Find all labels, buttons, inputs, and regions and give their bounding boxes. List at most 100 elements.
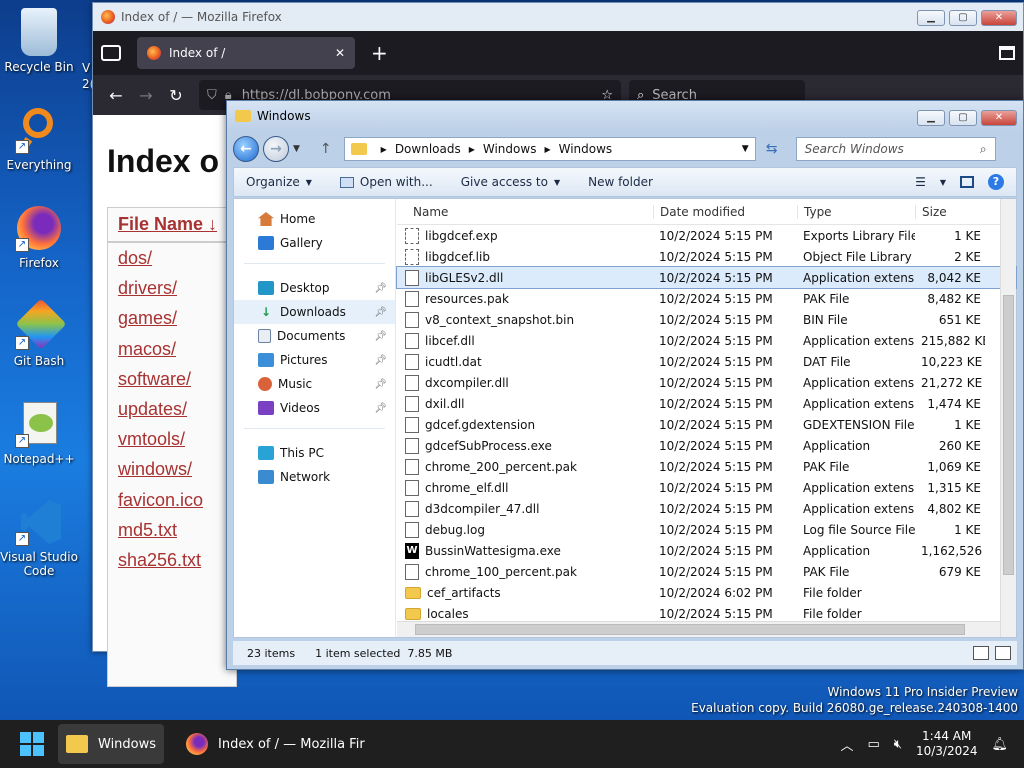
index-link[interactable]: md5.txt [108, 515, 236, 545]
index-link[interactable]: sha256.txt [108, 545, 236, 575]
large-icons-view-icon[interactable] [995, 646, 1011, 660]
nav-item-network[interactable]: Network [234, 465, 395, 489]
nav-item-music[interactable]: Music 📌︎ [234, 372, 395, 396]
column-header-date[interactable]: Date modified [653, 204, 797, 219]
vertical-scrollbar[interactable] [1000, 199, 1016, 637]
help-icon[interactable]: ? [988, 174, 1004, 190]
start-button[interactable] [20, 732, 44, 756]
scroll-thumb[interactable] [415, 624, 965, 635]
breadcrumb-item[interactable]: Windows [559, 142, 613, 156]
file-row[interactable]: chrome_200_percent.pak 10/2/2024 5:15 PM P… [397, 456, 1016, 477]
column-header-size[interactable]: Size [915, 204, 985, 219]
chevron-right-icon[interactable]: ▶ [381, 145, 387, 154]
index-link[interactable]: vmtools/ [108, 424, 236, 454]
index-link[interactable]: windows/ [108, 454, 236, 484]
pin-icon[interactable]: 📌︎ [374, 355, 387, 366]
give-access-button[interactable]: Give access to ▼ [461, 175, 560, 189]
chevron-right-icon[interactable]: ▶ [469, 145, 475, 154]
file-row[interactable]: libcef.dll 10/2/2024 5:15 PM Application e… [397, 330, 1016, 351]
index-link[interactable]: dos/ [108, 243, 236, 273]
explorer-titlebar[interactable]: Windows ▁ ▢ ✕ [227, 101, 1023, 131]
file-row[interactable]: chrome_100_percent.pak 10/2/2024 5:15 PM P… [397, 561, 1016, 582]
network-icon[interactable]: ▭ [867, 737, 879, 752]
minimize-button[interactable]: ▁ [917, 10, 945, 26]
tab-close-icon[interactable]: ✕ [335, 46, 345, 60]
file-row[interactable]: resources.pak 10/2/2024 5:15 PM PAK File 8,… [397, 288, 1016, 309]
column-header-type[interactable]: Type [797, 204, 915, 219]
close-button[interactable]: ✕ [981, 10, 1017, 26]
new-folder-button[interactable]: New folder [588, 175, 653, 189]
tab-index[interactable]: Index of / ✕ [137, 37, 355, 69]
maximize-button[interactable]: ▢ [949, 110, 977, 126]
file-row[interactable]: debug.log 10/2/2024 5:15 PM Log file Sourc… [397, 519, 1016, 540]
index-link[interactable]: macos/ [108, 334, 236, 364]
history-dropdown-icon[interactable]: ▼ [293, 144, 300, 154]
nav-item-gallery[interactable]: Gallery [234, 231, 395, 255]
shield-icon[interactable]: ⛉ [207, 88, 217, 103]
index-link[interactable]: updates/ [108, 394, 236, 424]
pin-icon[interactable]: 📌︎ [374, 307, 387, 318]
nav-item-videos[interactable]: Videos 📌︎ [234, 396, 395, 420]
forward-icon[interactable]: → [131, 86, 161, 105]
refresh-icon[interactable]: ⇆ [756, 141, 788, 157]
desktop-icon-git-bash[interactable]: ↗ Git Bash [0, 298, 78, 368]
pin-icon[interactable]: 📌︎ [374, 283, 387, 294]
address-bar[interactable]: ▶ Downloads ▶ Windows ▶ Windows ▼ [343, 137, 756, 161]
file-row[interactable]: gdcef.gdextension 10/2/2024 5:15 PM GDEXTE… [397, 414, 1016, 435]
nav-item-home[interactable]: Home [234, 207, 395, 231]
file-row[interactable]: gdcefSubProcess.exe 10/2/2024 5:15 PM Appl… [397, 435, 1016, 456]
reload-icon[interactable]: ↻ [161, 86, 191, 105]
pin-icon[interactable]: 📌︎ [374, 379, 387, 390]
chevron-down-icon[interactable]: ▼ [940, 178, 946, 187]
preview-pane-icon[interactable] [960, 176, 974, 188]
close-button[interactable]: ✕ [981, 110, 1017, 126]
open-with-button[interactable]: Open with... [339, 175, 433, 189]
column-header-name[interactable]: Name [397, 205, 653, 219]
file-row[interactable]: cef_artifacts 10/2/2024 6:02 PM File folde… [397, 582, 1016, 603]
minimize-button[interactable]: ▁ [917, 110, 945, 126]
horizontal-scrollbar[interactable] [397, 621, 1000, 637]
desktop-icon-everything[interactable]: ↗ Everything [0, 106, 78, 172]
file-row[interactable]: libgdcef.exp 10/2/2024 5:15 PM Exports Lib… [397, 225, 1016, 246]
scroll-thumb[interactable] [1003, 295, 1014, 575]
nav-item-downloads[interactable]: ↓ Downloads 📌︎ [234, 300, 395, 324]
details-view-icon[interactable] [973, 646, 989, 660]
back-button[interactable]: ← [233, 136, 259, 162]
volume-muted-icon[interactable]: 🔇︎ [894, 737, 902, 752]
forward-button[interactable]: → [263, 136, 289, 162]
file-row[interactable]: dxil.dll 10/2/2024 5:15 PM Application ext… [397, 393, 1016, 414]
nav-item-documents[interactable]: Documents 📌︎ [234, 324, 395, 348]
file-row[interactable]: W BussinWattesigma.exe 10/2/2024 5:15 PM Ap… [397, 540, 1016, 561]
back-icon[interactable]: ← [101, 86, 131, 105]
firefox-titlebar[interactable]: Index of / — Mozilla Firefox ▁ ▢ ✕ [93, 3, 1023, 31]
index-link[interactable]: games/ [108, 303, 236, 333]
nav-item-this-pc[interactable]: This PC [234, 441, 395, 465]
chevron-right-icon[interactable]: ▶ [544, 145, 550, 154]
tab-view-icon[interactable] [101, 45, 121, 61]
file-row[interactable]: v8_context_snapshot.bin 10/2/2024 5:15 PM… [397, 309, 1016, 330]
breadcrumb-item[interactable]: Windows [483, 142, 537, 156]
nav-item-desktop[interactable]: Desktop 📌︎ [234, 276, 395, 300]
file-name-column-header[interactable]: File Name ↓ [108, 208, 236, 243]
breadcrumb-item[interactable]: Downloads [395, 142, 461, 156]
chevron-down-icon[interactable]: ▼ [742, 144, 749, 154]
taskbar-explorer[interactable]: Windows [58, 724, 165, 764]
pin-icon[interactable]: 📌︎ [374, 403, 387, 414]
notification-bell-icon[interactable]: 🔔︎ [991, 737, 1008, 752]
file-row[interactable]: dxcompiler.dll 10/2/2024 5:15 PM Applicati… [397, 372, 1016, 393]
taskbar-firefox[interactable]: Index of / — Mozilla Fir [178, 724, 373, 764]
file-row[interactable]: chrome_elf.dll 10/2/2024 5:15 PM Applicati… [397, 477, 1016, 498]
desktop-icon-recycle-bin[interactable]: Recycle Bin [0, 8, 78, 74]
file-row[interactable]: libGLESv2.dll 10/2/2024 5:15 PM Applicatio… [396, 266, 1017, 289]
file-row[interactable]: d3dcompiler_47.dll 10/2/2024 5:15 PM Appli… [397, 498, 1016, 519]
index-link[interactable]: drivers/ [108, 273, 236, 303]
desktop-icon-vscode[interactable]: ↗ Visual Studio Code [0, 498, 78, 578]
maximize-button[interactable]: ▢ [949, 10, 977, 26]
index-link[interactable]: software/ [108, 364, 236, 394]
new-tab-icon[interactable]: + [371, 41, 388, 65]
pin-icon[interactable]: 📌︎ [374, 331, 387, 342]
nav-item-pictures[interactable]: Pictures 📌︎ [234, 348, 395, 372]
list-all-tabs-icon[interactable] [999, 46, 1015, 60]
clock[interactable]: 1:44 AM 10/3/2024 [916, 729, 978, 759]
chevron-up-icon[interactable]: ︿ [840, 735, 853, 754]
